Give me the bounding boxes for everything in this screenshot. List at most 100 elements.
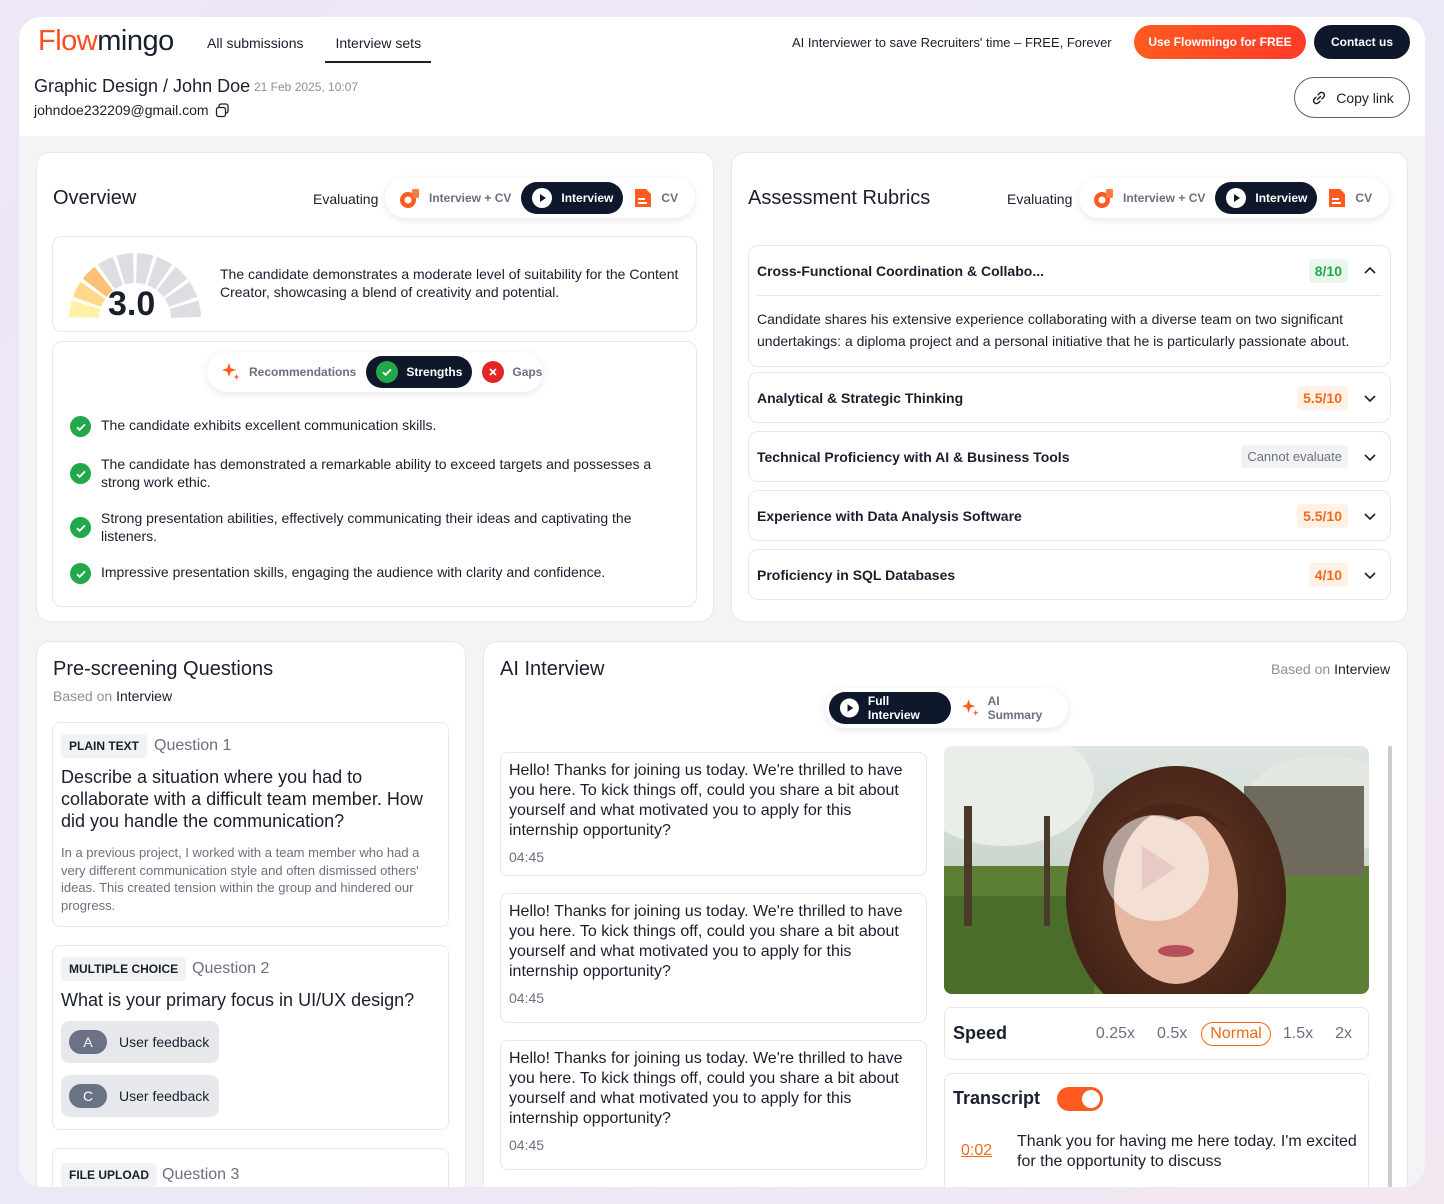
- overview-title: Overview: [53, 187, 137, 209]
- chevron-up-icon[interactable]: [1362, 263, 1378, 279]
- tab-cv[interactable]: CV: [623, 182, 688, 214]
- rubric-item-expanded[interactable]: Cross-Functional Coordination & Collabo.…: [748, 245, 1391, 367]
- list-item: The candidate exhibits excellent communi…: [70, 416, 670, 437]
- chevron-down-icon[interactable]: [1362, 508, 1378, 524]
- transcript-timestamp[interactable]: 0:02: [961, 1142, 992, 1160]
- top-bar: Flowmingo All submissions Interview sets…: [19, 17, 1425, 136]
- tab-full-interview[interactable]: Full Interview: [829, 692, 951, 724]
- based-on-value: Interview: [116, 688, 173, 704]
- question-number: Question 1: [154, 737, 232, 754]
- question-type-badge: FILE UPLOAD: [61, 1163, 157, 1187]
- transcript-panel: Transcript 0:02 Thank you for having me …: [944, 1073, 1369, 1187]
- tab-recommendations[interactable]: Recommendations: [211, 356, 366, 388]
- close-icon: [482, 361, 505, 383]
- check-icon: [376, 361, 399, 383]
- answer-option[interactable]: A User feedback: [61, 1021, 220, 1063]
- document-icon: [635, 189, 652, 207]
- tab-interview-cv-label: Interview + CV: [1123, 191, 1206, 205]
- question-answer: In a previous project, I worked with a t…: [61, 845, 420, 913]
- tab-interview-cv[interactable]: Interview + CV: [389, 182, 521, 214]
- rubric-score: 5.5/10: [1297, 503, 1348, 528]
- check-icon: [70, 463, 91, 484]
- check-icon: [70, 517, 91, 538]
- tab-gaps[interactable]: Gaps: [472, 356, 552, 388]
- interview-message[interactable]: Hello! Thanks for joining us today. We'r…: [500, 893, 927, 1023]
- rubric-item[interactable]: Analytical & Strategic Thinking 5.5/10: [748, 372, 1391, 423]
- copy-link-button[interactable]: Copy link: [1294, 77, 1410, 118]
- based-on-value: Interview: [1334, 661, 1391, 677]
- question-number: Question 2: [192, 960, 270, 977]
- answer-option[interactable]: C User feedback: [61, 1075, 220, 1117]
- tab-cv-label: CV: [661, 191, 679, 205]
- overview-eval-tabs: Interview + CV Interview CV: [385, 178, 695, 218]
- tab-interview-cv[interactable]: Interview + CV: [1083, 182, 1215, 214]
- play-icon: [1226, 188, 1247, 208]
- evaluating-label: Evaluating: [313, 191, 379, 207]
- use-free-button[interactable]: Use Flowmingo for FREE: [1134, 25, 1306, 59]
- strength-text: The candidate exhibits excellent communi…: [101, 417, 437, 433]
- speed-option-selected[interactable]: Normal: [1201, 1021, 1271, 1046]
- interview-cv-icon: [400, 189, 419, 208]
- list-item: The candidate has demonstrated a remarka…: [70, 455, 670, 491]
- nav-all-submissions[interactable]: All submissions: [197, 33, 313, 63]
- playback-speed: Speed 0.25x 0.5x Normal 1.5x 2x: [944, 1007, 1369, 1060]
- tab-strengths-label: Strengths: [406, 365, 463, 379]
- speed-option[interactable]: 0.5x: [1157, 1025, 1187, 1043]
- insight-tabs: Recommendations Strengths Gaps: [207, 352, 543, 392]
- transcript-toggle[interactable]: [1057, 1087, 1103, 1111]
- tab-strengths[interactable]: Strengths: [366, 356, 473, 388]
- rubric-item[interactable]: Technical Proficiency with AI & Business…: [748, 431, 1391, 482]
- tab-interview-label: Interview: [1255, 191, 1308, 205]
- question-text: What is your primary focus in UI/UX desi…: [61, 990, 415, 1010]
- tagline: AI Interviewer to save Recruiters' time …: [792, 35, 1112, 50]
- speed-option[interactable]: 2x: [1335, 1025, 1352, 1043]
- logo[interactable]: Flowmingo: [38, 25, 174, 58]
- rubric-score: Cannot evaluate: [1241, 445, 1348, 468]
- list-item: Strong presentation abilities, effective…: [70, 509, 670, 545]
- rubric-name: Cross-Functional Coordination & Collabo.…: [757, 262, 1044, 279]
- overview-card: Overview Evaluating Interview + CV Inter…: [36, 152, 714, 622]
- app-frame: Flowmingo All submissions Interview sets…: [19, 17, 1425, 1187]
- question-type-badge: MULTIPLE CHOICE: [61, 957, 187, 981]
- score-value: 3.0: [108, 285, 156, 323]
- check-icon: [70, 416, 91, 437]
- chevron-down-icon[interactable]: [1362, 449, 1378, 465]
- question-type-badge: PLAIN TEXT: [61, 734, 148, 758]
- question-text: Describe a situation where you had to co…: [61, 767, 423, 831]
- tab-cv[interactable]: CV: [1317, 182, 1382, 214]
- based-on-label: Based on Interview: [53, 688, 172, 704]
- speed-option[interactable]: 1.5x: [1283, 1025, 1313, 1043]
- chevron-down-icon[interactable]: [1362, 567, 1378, 583]
- rubric-item[interactable]: Proficiency in SQL Databases 4/10: [748, 549, 1391, 600]
- transcript-text: Thank you for having me here today. I'm …: [1017, 1133, 1357, 1170]
- ai-interview-title: AI Interview: [500, 658, 605, 680]
- interview-view-tabs: Full Interview AI Summary: [825, 688, 1068, 728]
- speed-option[interactable]: 0.25x: [1096, 1025, 1135, 1043]
- tab-interview-cv-label: Interview + CV: [429, 191, 512, 205]
- main-nav: All submissions Interview sets: [197, 33, 443, 63]
- contact-us-button[interactable]: Contact us: [1314, 25, 1410, 59]
- copy-icon[interactable]: [215, 102, 230, 118]
- message-text: Hello! Thanks for joining us today. We'r…: [509, 903, 903, 980]
- nav-interview-sets[interactable]: Interview sets: [325, 33, 432, 63]
- toggle-knob: [1082, 1090, 1100, 1108]
- interview-message[interactable]: Hello! Thanks for joining us today. We'r…: [500, 1040, 927, 1170]
- tab-interview[interactable]: Interview: [521, 182, 624, 214]
- document-icon: [1329, 189, 1346, 207]
- option-label: User feedback: [119, 1034, 210, 1050]
- message-timestamp: 04:45: [509, 990, 545, 1006]
- message-text: Hello! Thanks for joining us today. We'r…: [509, 762, 903, 839]
- strength-text: Strong presentation abilities, effective…: [101, 510, 632, 544]
- prescreening-card: Pre-screening Questions Based on Intervi…: [36, 641, 466, 1187]
- interview-message[interactable]: Hello! Thanks for joining us today. We'r…: [500, 752, 927, 876]
- evaluating-label: Evaluating: [1007, 191, 1073, 207]
- chevron-down-icon[interactable]: [1362, 390, 1378, 406]
- tab-ai-summary[interactable]: AI Summary: [951, 692, 1064, 724]
- tab-gaps-label: Gaps: [512, 365, 543, 379]
- interview-video[interactable]: [944, 746, 1369, 994]
- tab-interview[interactable]: Interview: [1215, 182, 1318, 214]
- rubric-item[interactable]: Experience with Data Analysis Software 5…: [748, 490, 1391, 541]
- overview-summary: The candidate demonstrates a moderate le…: [220, 266, 679, 300]
- scrollbar[interactable]: [1388, 746, 1392, 1187]
- rubric-name: Experience with Data Analysis Software: [757, 507, 1022, 524]
